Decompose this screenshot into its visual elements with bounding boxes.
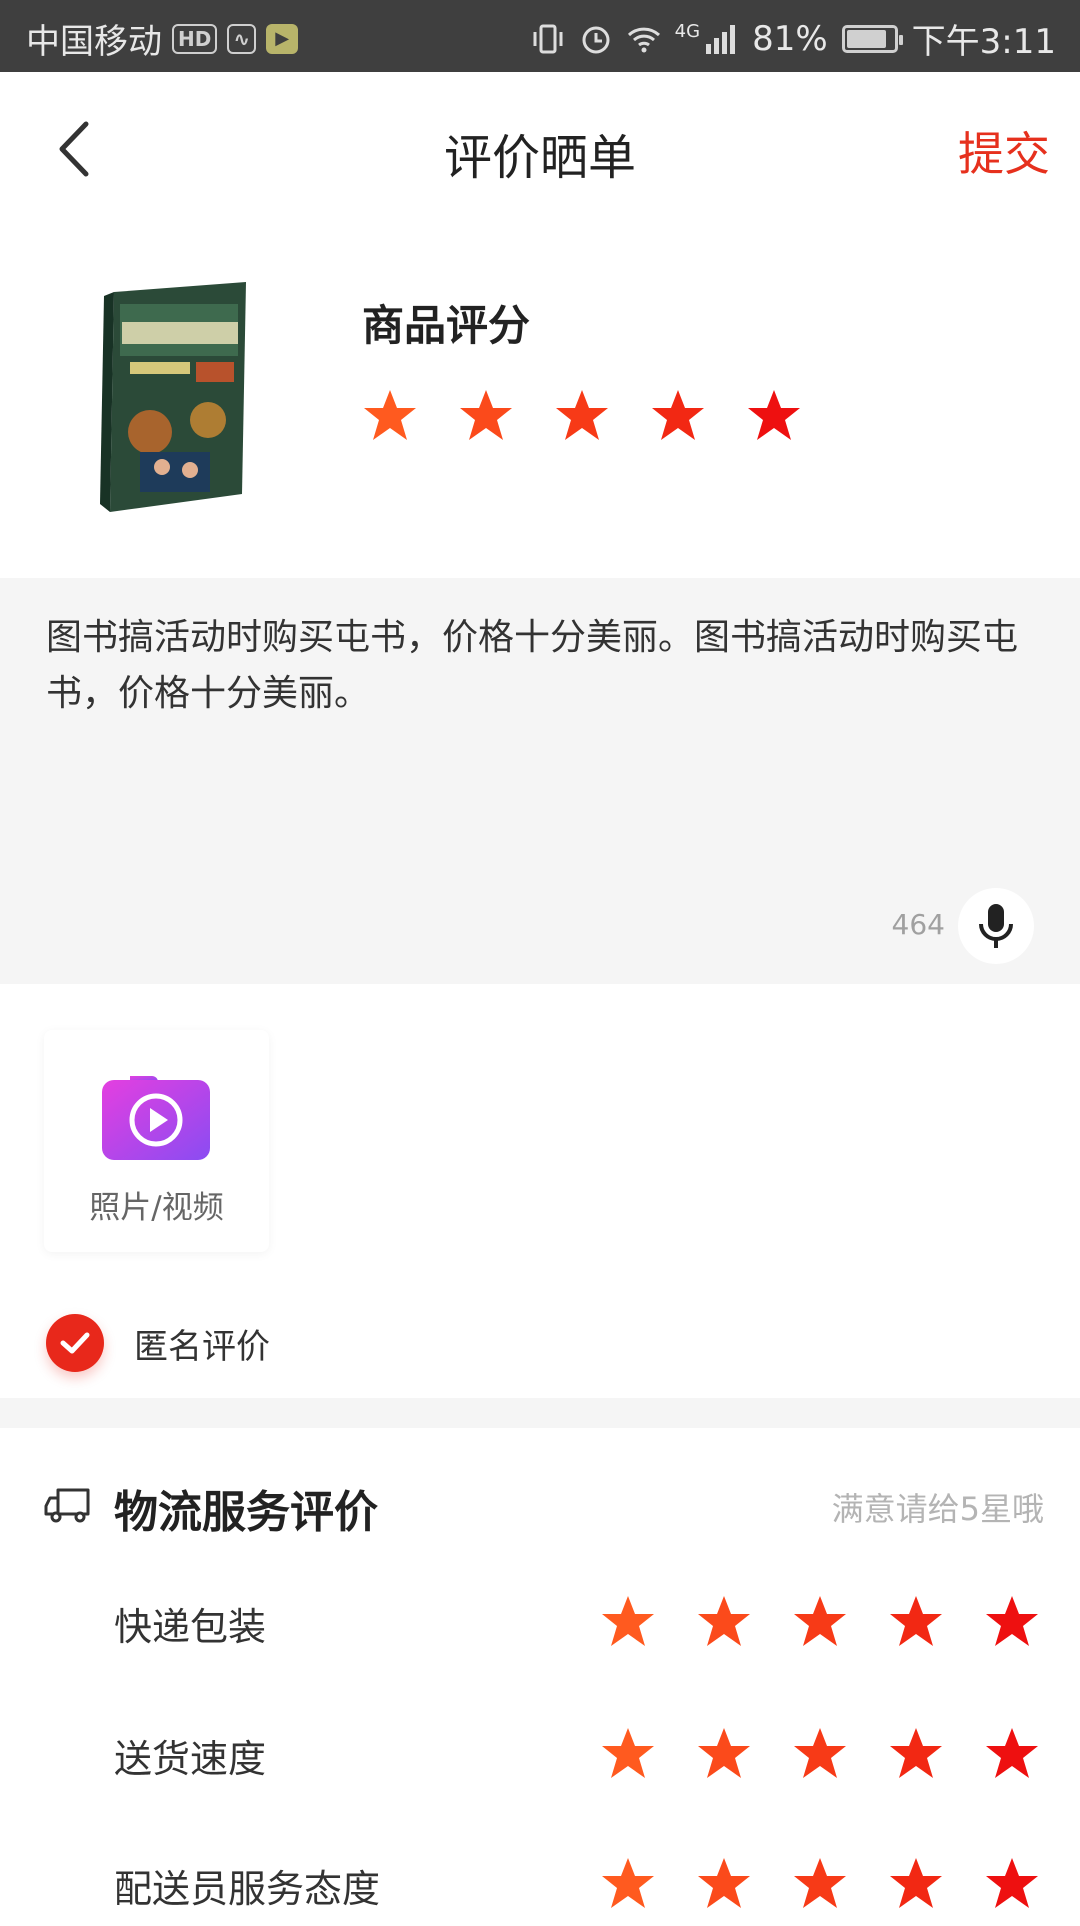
courier-service-star-rating[interactable]: [600, 1856, 1040, 1912]
comment-text[interactable]: 图书搞活动时购买屯书，价格十分美丽。图书搞活动时购买屯书，价格十分美丽。: [46, 610, 1040, 722]
battery-percent: 81%: [752, 18, 828, 59]
star-icon[interactable]: [888, 1726, 944, 1782]
star-icon[interactable]: [696, 1726, 752, 1782]
comment-textarea[interactable]: 图书搞活动时购买屯书，价格十分美丽。图书搞活动时购买屯书，价格十分美丽。 464: [0, 578, 1080, 984]
clock: 下午3:11: [911, 22, 1056, 62]
star-icon[interactable]: [984, 1594, 1040, 1650]
microphone-icon: [979, 904, 1013, 948]
rating-row-delivery-speed: 送货速度: [0, 1716, 1080, 1796]
star-icon[interactable]: [984, 1856, 1040, 1912]
checkmark-icon[interactable]: [46, 1314, 104, 1372]
rating-row-label: 送货速度: [114, 1737, 267, 1781]
nav-bar: 评价晒单 提交: [0, 72, 1080, 222]
photo-video-label: 照片/视频: [89, 1190, 224, 1226]
status-left: 中国移动 HD ∿ ▶: [26, 14, 299, 63]
section-divider: [0, 1398, 1080, 1428]
rating-row-label: 快递包装: [114, 1605, 267, 1649]
alarm-icon: [582, 26, 610, 53]
signal-icon: [706, 24, 736, 54]
product-rating-title: 商品评分: [362, 301, 531, 350]
anonymous-label: 匿名评价: [134, 1326, 270, 1367]
activity-icon: ∿: [227, 23, 257, 54]
logistics-title: 物流服务评价: [114, 1487, 378, 1538]
battery-icon: [841, 24, 903, 53]
anonymous-toggle[interactable]: 匿名评价: [46, 1312, 270, 1374]
page-title: 评价晒单: [443, 130, 636, 186]
logistics-hint: 满意请给5星哦: [831, 1490, 1044, 1528]
network-type: 4G: [674, 21, 701, 42]
rating-row-packaging: 快递包装: [0, 1584, 1080, 1664]
star-icon[interactable]: [600, 1856, 656, 1912]
submit-button[interactable]: 提交: [958, 118, 1050, 184]
product-star-rating[interactable]: [362, 388, 802, 444]
star-icon[interactable]: [600, 1726, 656, 1782]
star-icon[interactable]: [792, 1856, 848, 1912]
delivery-speed-star-rating[interactable]: [600, 1726, 1040, 1782]
voice-input-button[interactable]: [958, 888, 1034, 964]
status-bar: 中国移动 HD ∿ ▶ 4G 81% 下午3:11: [0, 0, 1080, 72]
rating-row-courier-service: 配送员服务态度: [0, 1846, 1080, 1926]
product-thumbnail: [100, 282, 246, 512]
camera-video-icon: [102, 1076, 210, 1160]
vibrate-icon: [533, 24, 563, 53]
star-icon[interactable]: [888, 1594, 944, 1650]
star-icon[interactable]: [650, 388, 706, 444]
star-icon[interactable]: [362, 388, 418, 444]
truck-icon: [44, 1488, 90, 1523]
star-icon[interactable]: [458, 388, 514, 444]
star-icon[interactable]: [792, 1726, 848, 1782]
star-icon[interactable]: [746, 388, 802, 444]
packaging-star-rating[interactable]: [600, 1594, 1040, 1650]
rating-row-label: 配送员服务态度: [114, 1867, 381, 1911]
remaining-char-count: 464: [891, 908, 945, 941]
media-play-icon: ▶: [266, 23, 299, 54]
product-rating-section: 商品评分: [0, 222, 1080, 578]
star-icon[interactable]: [696, 1856, 752, 1912]
add-photo-video-button[interactable]: 照片/视频: [44, 1030, 269, 1252]
star-icon[interactable]: [554, 388, 610, 444]
star-icon[interactable]: [600, 1594, 656, 1650]
star-icon[interactable]: [792, 1594, 848, 1650]
star-icon[interactable]: [888, 1856, 944, 1912]
wifi-icon: [627, 27, 660, 52]
status-right: 4G 81% 下午3:11: [531, 14, 1056, 63]
hd-badge: HD: [172, 23, 218, 54]
star-icon[interactable]: [984, 1726, 1040, 1782]
carrier-name: 中国移动: [26, 22, 162, 62]
logistics-header: 物流服务评价 满意请给5星哦: [0, 1470, 1080, 1540]
star-icon[interactable]: [696, 1594, 752, 1650]
